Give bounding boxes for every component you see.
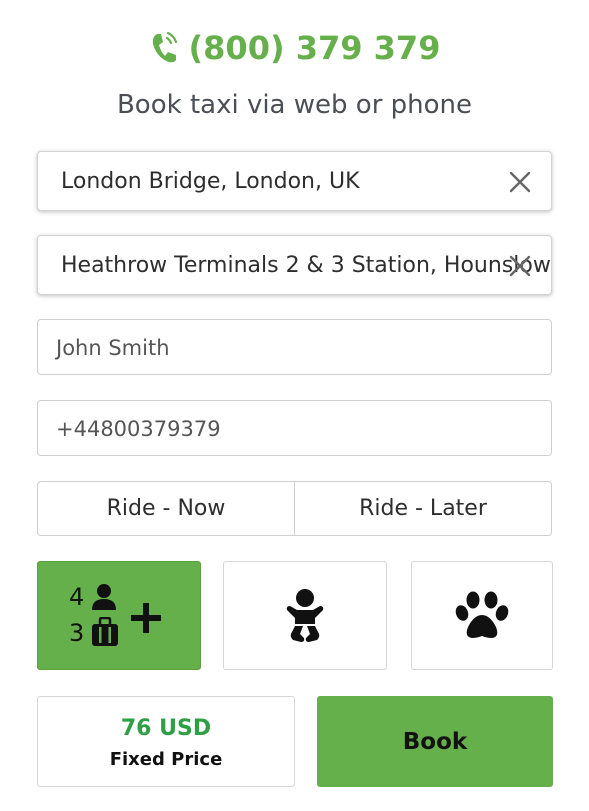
price-label: Fixed Price xyxy=(109,749,223,770)
child-seat-button[interactable] xyxy=(223,561,387,670)
phone-field[interactable]: +44800379379 xyxy=(37,400,552,456)
book-button[interactable]: Book xyxy=(317,696,553,787)
phone-header[interactable]: (800) 379 379 xyxy=(0,26,589,70)
baby-icon xyxy=(286,588,324,642)
passengers-luggage-button[interactable]: 4 3 xyxy=(37,561,201,670)
phone-number[interactable]: (800) 379 379 xyxy=(189,29,441,67)
paw-icon xyxy=(455,591,509,638)
luggage-count: 3 xyxy=(69,618,85,647)
close-icon[interactable] xyxy=(509,171,531,193)
dropoff-field[interactable]: Heathrow Terminals 2 & 3 Station, Hounsl… xyxy=(37,235,552,295)
name-value: John Smith xyxy=(56,336,170,360)
pickup-field[interactable]: London Bridge, London, UK xyxy=(37,151,552,211)
phone-value: +44800379379 xyxy=(56,417,221,441)
close-icon[interactable] xyxy=(509,255,531,277)
dropoff-value: Heathrow Terminals 2 & 3 Station, Hounsl… xyxy=(61,253,551,278)
passenger-count: 4 xyxy=(69,582,85,611)
suitcase-icon xyxy=(92,616,118,646)
person-icon xyxy=(92,583,116,610)
pickup-value: London Bridge, London, UK xyxy=(61,169,360,194)
plus-icon xyxy=(131,602,161,633)
name-field[interactable]: John Smith xyxy=(37,319,552,375)
page-subtitle: Book taxi via web or phone xyxy=(116,90,473,120)
fixed-price-box: 76 USD Fixed Price xyxy=(37,696,295,787)
ride-time-toggle: Ride - Now Ride - Later xyxy=(37,481,552,536)
ride-now-button[interactable]: Ride - Now xyxy=(38,482,294,535)
ride-later-button[interactable]: Ride - Later xyxy=(294,482,551,535)
pet-button[interactable] xyxy=(411,561,553,670)
price-amount: 76 USD xyxy=(120,716,212,741)
phone-icon xyxy=(152,31,177,63)
